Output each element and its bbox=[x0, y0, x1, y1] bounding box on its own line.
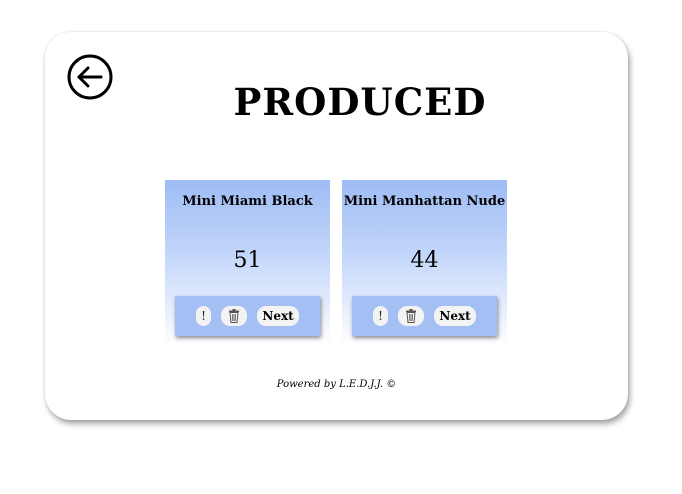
page-title: PRODUCED bbox=[233, 80, 487, 124]
product-count: 51 bbox=[233, 248, 262, 273]
product-name: Mini Manhattan Nude bbox=[343, 194, 506, 209]
alert-button[interactable]: ! bbox=[373, 306, 388, 326]
next-button[interactable]: Next bbox=[434, 306, 476, 326]
next-button[interactable]: Next bbox=[257, 306, 299, 326]
main-panel: PRODUCED Mini Miami Black 51 ! Next Mini… bbox=[45, 32, 628, 420]
delete-button[interactable] bbox=[398, 306, 424, 326]
trash-icon bbox=[406, 309, 416, 323]
alert-button[interactable]: ! bbox=[196, 306, 211, 326]
product-count: 44 bbox=[410, 248, 439, 273]
trash-icon bbox=[229, 309, 239, 323]
card-actions: ! Next bbox=[175, 296, 320, 336]
card-actions: ! Next bbox=[352, 296, 497, 336]
delete-button[interactable] bbox=[221, 306, 247, 326]
product-card-list: Mini Miami Black 51 ! Next Mini Manhatta… bbox=[165, 180, 507, 346]
product-card: Mini Miami Black 51 ! Next bbox=[165, 180, 330, 346]
product-name: Mini Miami Black bbox=[182, 194, 313, 209]
footer-credit: Powered by L.E.D.J.J. © bbox=[276, 379, 397, 390]
product-card: Mini Manhattan Nude 44 ! Next bbox=[342, 180, 507, 346]
